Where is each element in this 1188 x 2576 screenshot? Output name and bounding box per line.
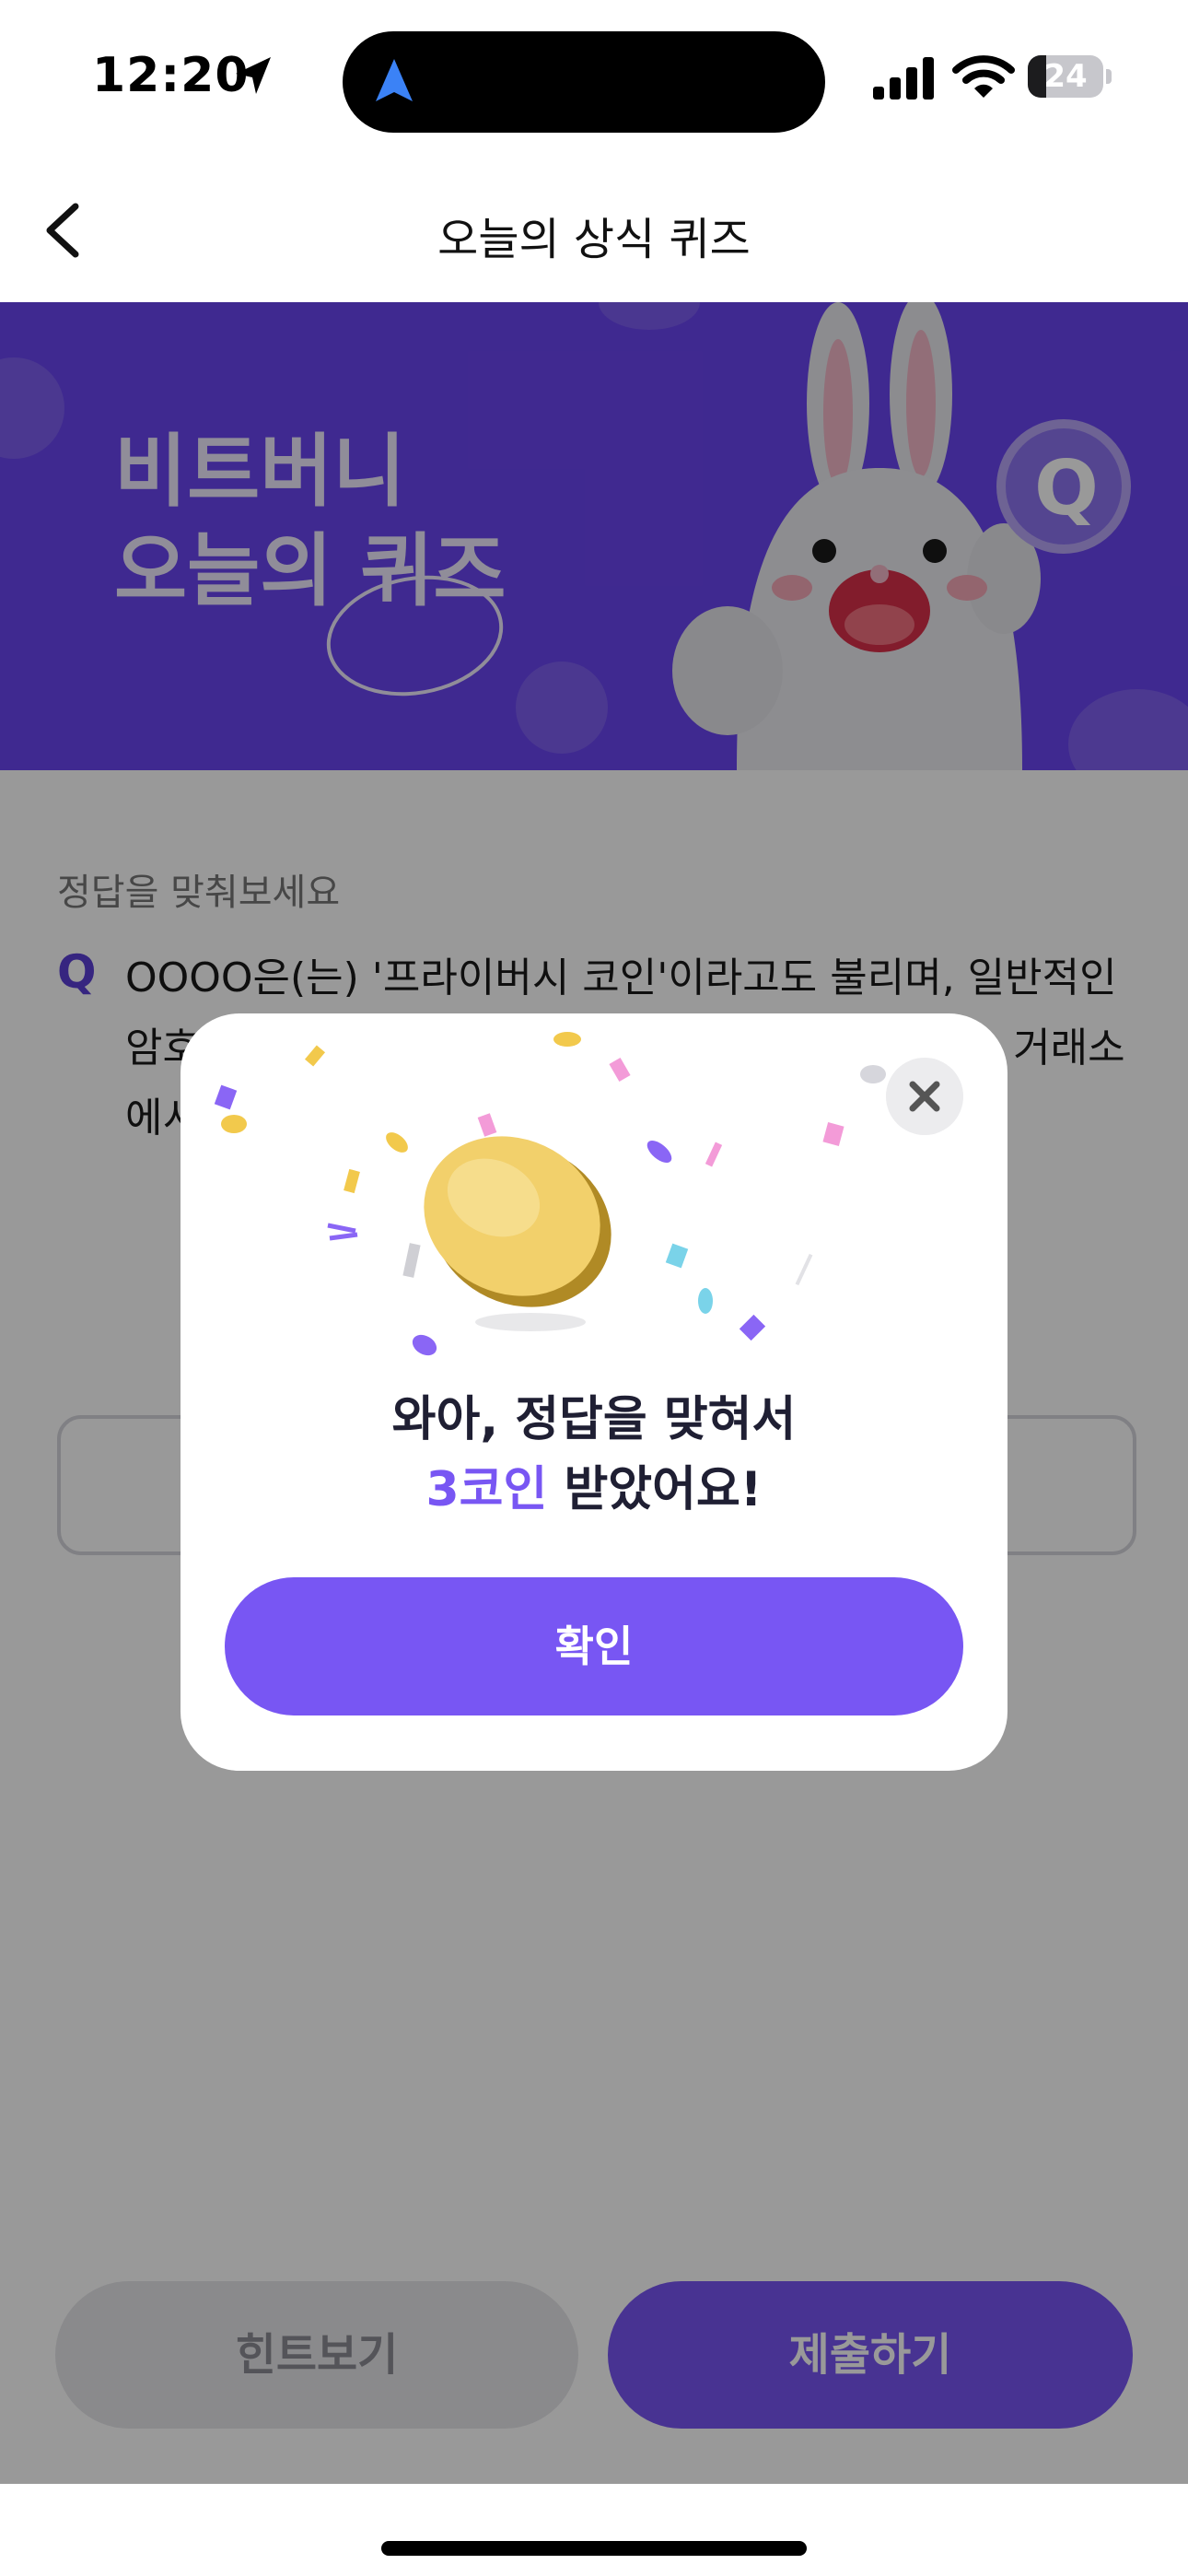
status-time: 12:20 xyxy=(92,48,250,103)
battery-body: 24 xyxy=(1028,55,1103,98)
location-arrow-icon xyxy=(236,57,271,94)
wifi-icon xyxy=(952,55,1015,98)
battery-percent: 24 xyxy=(1043,58,1088,95)
dim-overlay-banner xyxy=(0,302,1188,770)
confetti-icon xyxy=(214,1032,886,1356)
reward-message-line1: 와아, 정답을 맞혀서 xyxy=(391,1392,797,1447)
confirm-button[interactable]: 확인 xyxy=(225,1577,963,1715)
reward-modal: 와아, 정답을 맞혀서 3코인 받았어요! 확인 xyxy=(181,1013,1007,1771)
reward-message-rest: 받았어요! xyxy=(547,1462,763,1517)
status-bar: 12:20 24 xyxy=(0,0,1188,157)
reward-message-line2: 3코인 받았어요! xyxy=(181,1450,1007,1519)
battery-cap xyxy=(1106,69,1112,84)
home-area xyxy=(0,2484,1188,2576)
reward-amount: 3코인 xyxy=(425,1462,548,1517)
close-icon[interactable] xyxy=(886,1058,963,1135)
home-indicator[interactable] xyxy=(381,2541,807,2556)
cellular-signal-icon xyxy=(873,57,934,100)
nav-bar: 오늘의 상식 퀴즈 xyxy=(0,157,1188,302)
battery-indicator: 24 xyxy=(1028,55,1112,100)
navigation-arrow-icon xyxy=(376,59,413,101)
page-title: 오늘의 상식 퀴즈 xyxy=(437,214,751,265)
